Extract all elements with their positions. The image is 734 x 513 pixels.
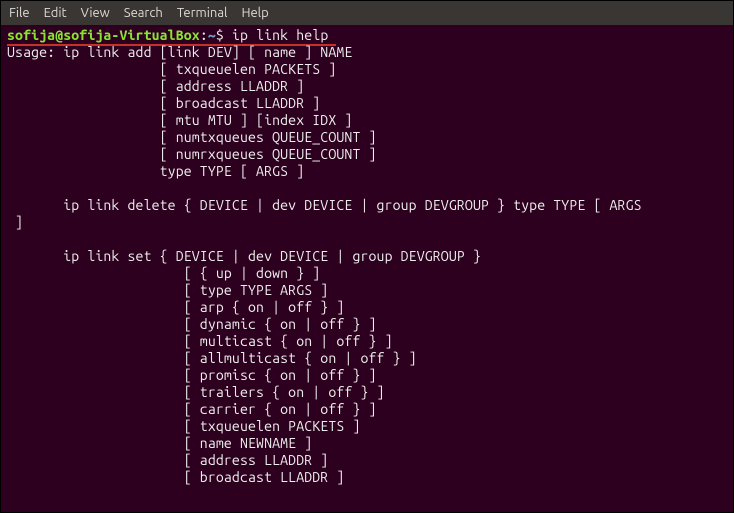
menu-help[interactable]: Help bbox=[241, 6, 268, 20]
command-text: ip link help bbox=[232, 27, 328, 43]
prompt-userhost: sofija@sofija-VirtualBox bbox=[7, 27, 200, 43]
menu-terminal[interactable]: Terminal bbox=[177, 6, 228, 20]
prompt-colon: : bbox=[200, 27, 208, 43]
menu-view[interactable]: View bbox=[81, 6, 110, 20]
terminal-output: Usage: ip link add [link DEV] [ name ] N… bbox=[7, 44, 642, 485]
menu-edit[interactable]: Edit bbox=[44, 6, 67, 20]
menubar: File Edit View Search Terminal Help bbox=[1, 1, 733, 25]
prompt-dollar: $ bbox=[216, 27, 232, 43]
menu-file[interactable]: File bbox=[9, 6, 30, 20]
terminal-area[interactable]: sofija@sofija-VirtualBox:~$ ip link help… bbox=[1, 25, 733, 512]
prompt-path: ~ bbox=[208, 27, 216, 43]
menu-search[interactable]: Search bbox=[124, 6, 163, 20]
